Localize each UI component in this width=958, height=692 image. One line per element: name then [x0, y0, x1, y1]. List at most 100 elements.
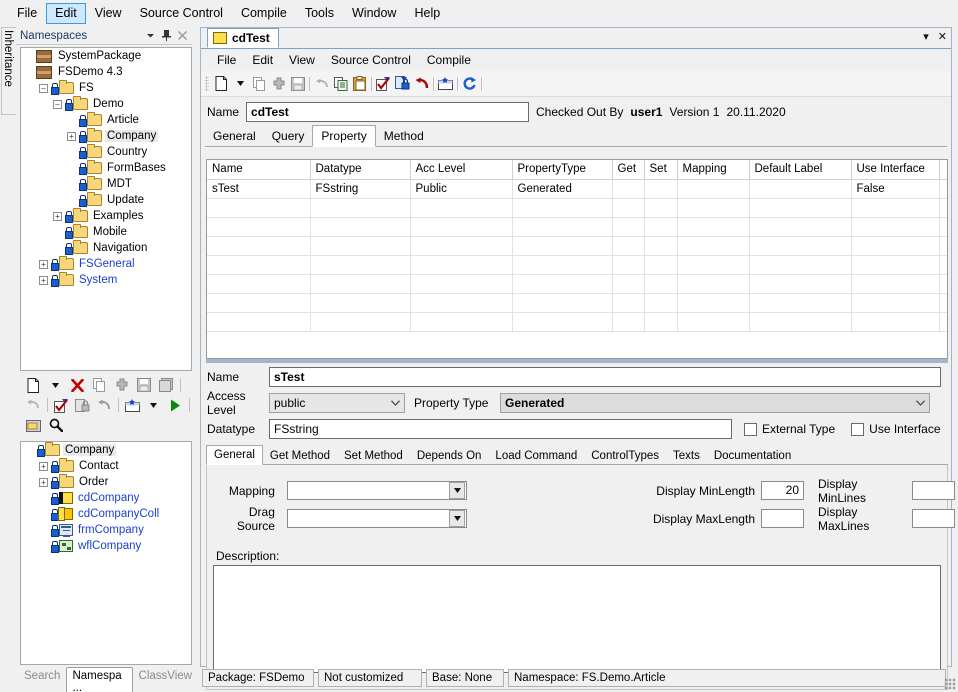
menu-item-help[interactable]: Help	[405, 3, 449, 24]
grid-cell[interactable]	[310, 255, 411, 275]
detail-property-type-select[interactable]: Generated	[500, 393, 930, 413]
undo-icon[interactable]	[312, 75, 331, 93]
doc-menu-item-source-control[interactable]: Source Control	[323, 50, 419, 71]
tree-node[interactable]: Company	[21, 442, 191, 458]
doc-menu-item-compile[interactable]: Compile	[419, 50, 479, 71]
grid-cell[interactable]	[512, 293, 613, 313]
object-tab-query[interactable]: Query	[264, 126, 313, 146]
grid-cell[interactable]	[612, 198, 645, 218]
doc-menu-item-view[interactable]: View	[281, 50, 323, 71]
description-textarea[interactable]	[213, 565, 941, 673]
detail-tab-set-method[interactable]: Set Method	[337, 448, 410, 464]
detail-datatype-input[interactable]: FSstring	[269, 419, 732, 439]
toolbar-grip[interactable]	[205, 75, 209, 92]
tree-node[interactable]: wflCompany	[21, 538, 191, 554]
grid-column-header[interactable]: Name	[207, 160, 311, 180]
grid-column-header[interactable]: Mapping	[677, 160, 750, 180]
grid-cell[interactable]	[851, 312, 940, 332]
undo-checkout-icon[interactable]	[95, 396, 113, 414]
new-document-icon[interactable]	[24, 376, 43, 394]
grid-row-empty[interactable]	[207, 255, 947, 275]
grid-cell[interactable]	[644, 312, 678, 332]
grid-cell[interactable]	[939, 312, 947, 332]
grid-cell[interactable]	[644, 293, 678, 313]
undo-checkout-icon[interactable]	[412, 75, 431, 93]
grid-splitter[interactable]	[206, 359, 948, 363]
tree-node[interactable]: + Contact	[21, 458, 191, 474]
use-interface-checkbox[interactable]: Use Interface	[851, 422, 941, 436]
class-view-tree[interactable]: Company + Contact + Order cdCompany cdCompanyC…	[20, 441, 192, 665]
grid-cell[interactable]	[512, 198, 613, 218]
plugin-icon[interactable]	[112, 376, 131, 394]
grid-cell[interactable]	[207, 293, 311, 313]
grid-cell[interactable]	[410, 312, 513, 332]
resize-grip[interactable]	[944, 678, 956, 690]
namespaces-tree[interactable]: SystemPackage FSDemo 4.3– FS – Demo Article + C…	[20, 47, 192, 371]
expand-icon[interactable]: +	[39, 275, 48, 285]
document-tab-cdtest[interactable]: cdTest	[207, 28, 279, 48]
grid-cell[interactable]	[749, 198, 852, 218]
new-document-icon[interactable]	[212, 75, 231, 93]
grid-cell[interactable]	[939, 255, 947, 275]
grid-cell[interactable]	[612, 217, 645, 237]
grid-cell[interactable]	[207, 217, 311, 237]
grid-cell[interactable]	[644, 179, 678, 199]
copy-lines-icon[interactable]	[331, 75, 350, 93]
grid-cell[interactable]	[410, 255, 513, 275]
grid-column-header[interactable]: Get	[612, 160, 645, 180]
doc-menu-item-file[interactable]: File	[209, 50, 244, 71]
grid-cell[interactable]	[749, 217, 852, 237]
display-maxlines-input[interactable]	[912, 509, 955, 528]
grid-cell[interactable]	[677, 236, 750, 256]
grid-cell[interactable]	[851, 217, 940, 237]
grid-cell[interactable]	[512, 312, 613, 332]
grid-cell[interactable]	[612, 179, 645, 199]
grid-cell[interactable]: False	[851, 179, 940, 199]
grid-cell[interactable]: Generated	[512, 179, 613, 199]
grid-column-header[interactable]: Default Label	[749, 160, 852, 180]
tree-node[interactable]: – FS	[21, 80, 191, 96]
tree-node[interactable]: Update	[21, 192, 191, 208]
detail-tab-general[interactable]: General	[206, 445, 263, 465]
grid-cell[interactable]	[310, 217, 411, 237]
detail-tab-load-command[interactable]: Load Command	[488, 448, 584, 464]
grid-cell[interactable]	[207, 236, 311, 256]
tree-node[interactable]: MDT	[21, 176, 191, 192]
grid-cell[interactable]	[851, 274, 940, 294]
expand-icon[interactable]: +	[67, 131, 76, 141]
dropdown-arrow-icon[interactable]	[145, 396, 163, 414]
tree-node[interactable]: Country	[21, 144, 191, 160]
grid-cell[interactable]	[677, 179, 750, 199]
grid-cell[interactable]	[939, 293, 947, 313]
grid-cell[interactable]	[512, 236, 613, 256]
grid-row-empty[interactable]	[207, 217, 947, 237]
menu-item-file[interactable]: File	[8, 3, 46, 24]
mapping-combobox[interactable]	[286, 481, 467, 500]
property-grid[interactable]: Name Datatype Acc Level PropertyType Get Set M…	[206, 159, 948, 359]
grid-cell[interactable]	[749, 236, 852, 256]
check-out-lock-icon[interactable]	[74, 396, 92, 414]
doc-menu-item-edit[interactable]: Edit	[244, 50, 281, 71]
grid-cell[interactable]	[677, 293, 750, 313]
grid-cell[interactable]	[410, 274, 513, 294]
tree-node[interactable]: FSDemo 4.3	[21, 64, 191, 80]
grid-cell[interactable]	[644, 198, 678, 218]
tree-node[interactable]: + Examples	[21, 208, 191, 224]
collapse-icon[interactable]: –	[53, 99, 62, 109]
close-icon[interactable]	[174, 28, 190, 43]
grid-cell[interactable]: sTest	[207, 179, 311, 199]
grid-cell[interactable]	[749, 255, 852, 275]
copy-icon[interactable]	[250, 75, 269, 93]
grid-column-header[interactable]: Set	[644, 160, 678, 180]
save-icon[interactable]	[134, 376, 153, 394]
grid-cell[interactable]	[749, 293, 852, 313]
menu-item-source-control[interactable]: Source Control	[131, 3, 232, 24]
grid-cell[interactable]	[644, 255, 678, 275]
tree-node[interactable]: frmCompany	[21, 522, 191, 538]
menu-item-edit[interactable]: Edit	[46, 2, 86, 24]
object-tab-property[interactable]: Property	[312, 125, 376, 147]
grid-cell[interactable]	[612, 312, 645, 332]
grid-cell[interactable]	[939, 274, 947, 294]
grid-cell[interactable]	[939, 198, 947, 218]
grid-cell[interactable]	[851, 255, 940, 275]
